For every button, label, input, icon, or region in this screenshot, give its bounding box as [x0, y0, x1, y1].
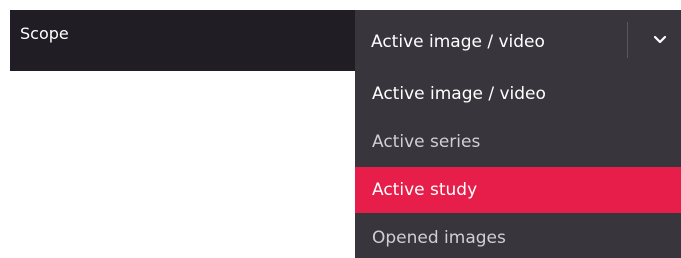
select-divider: [627, 22, 628, 58]
menu-item-active-study[interactable]: Active study: [355, 167, 681, 213]
chevron-down-icon[interactable]: [651, 30, 669, 48]
scope-select-value: Active image / video: [371, 32, 545, 52]
scope-dropdown-menu: Active image / video Active series Activ…: [355, 71, 681, 258]
scope-settings-panel: Scope Active image / video Active image …: [0, 0, 681, 258]
scope-label: Scope: [20, 24, 69, 43]
menu-item-opened-images[interactable]: Opened images: [355, 215, 681, 258]
menu-item-active-image-video[interactable]: Active image / video: [355, 71, 681, 117]
scope-setting-row: Scope Active image / video: [10, 10, 681, 71]
scope-select[interactable]: Active image / video: [355, 10, 681, 71]
menu-item-active-series[interactable]: Active series: [355, 119, 681, 165]
